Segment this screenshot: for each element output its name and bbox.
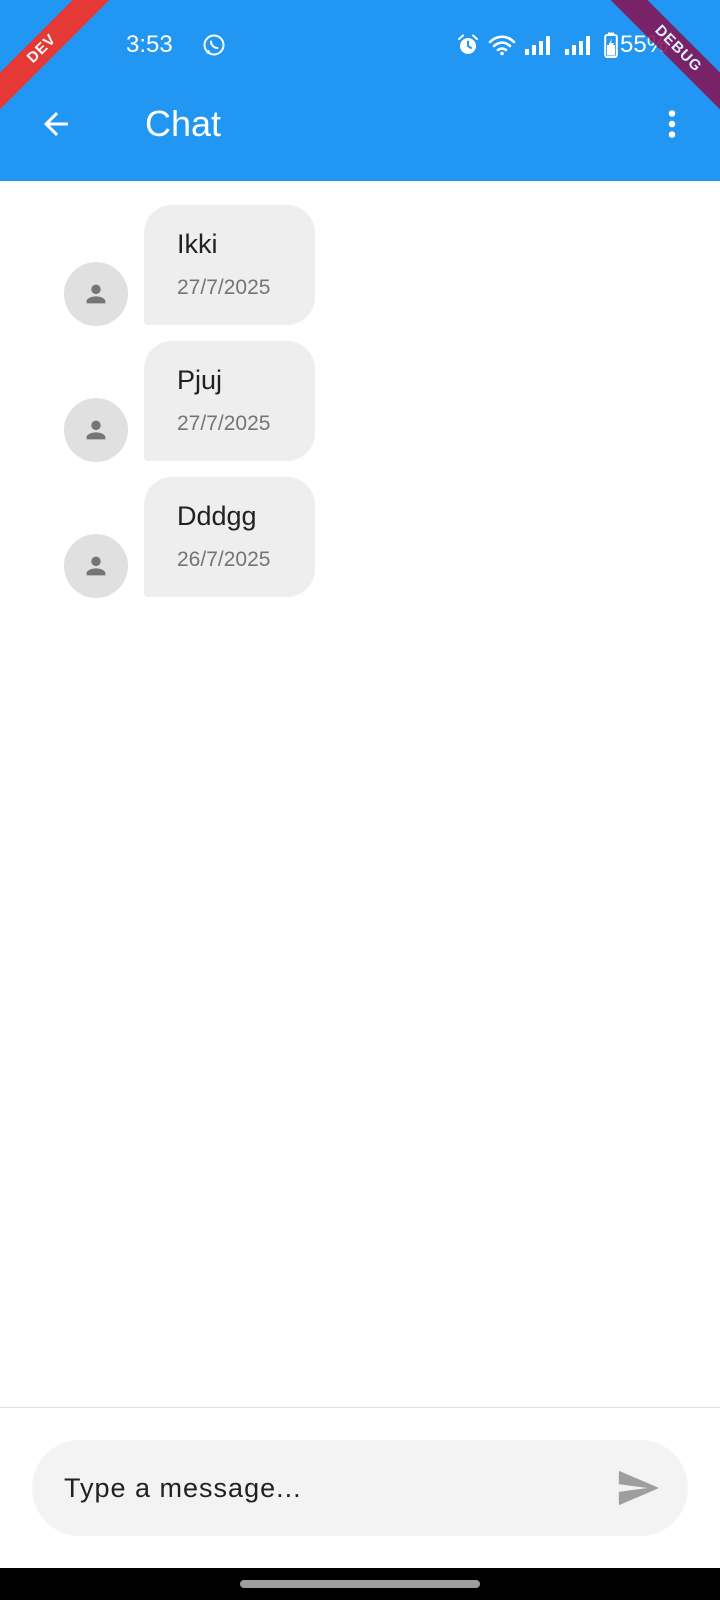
wifi-icon <box>488 35 516 56</box>
message-date: 26/7/2025 <box>177 548 271 571</box>
message-text: Ikki <box>177 229 218 259</box>
more-vert-icon <box>668 110 676 138</box>
message-bubble[interactable]: Pjuj 27/7/2025 <box>144 341 315 461</box>
composer-divider <box>0 1407 720 1408</box>
back-button[interactable] <box>32 100 80 148</box>
message-text: Pjuj <box>177 365 223 395</box>
alarm-icon <box>458 34 478 54</box>
send-button[interactable] <box>612 1464 664 1512</box>
battery-charging-icon <box>604 32 618 58</box>
person-icon <box>86 284 106 304</box>
page-title: Chat <box>145 103 222 144</box>
person-icon <box>86 556 106 576</box>
message-input[interactable] <box>64 1464 604 1512</box>
signal-icon-sim2 <box>565 36 590 55</box>
status-time: 3:53 <box>126 31 173 58</box>
message-bubble[interactable]: Ikki 27/7/2025 <box>144 205 315 325</box>
signal-icon-sim1 <box>525 36 550 55</box>
person-icon <box>86 420 106 440</box>
message-date: 27/7/2025 <box>177 276 271 299</box>
arrow-back-icon <box>44 112 68 136</box>
whatsapp-notification-icon <box>202 33 226 57</box>
message-list: Ikki 27/7/2025 Pjuj 27/7/2025 Dddgg 26/7… <box>0 181 720 598</box>
message-row: Dddgg 26/7/2025 <box>0 477 720 598</box>
message-bubble[interactable]: Dddgg 26/7/2025 <box>144 477 315 597</box>
avatar <box>64 262 128 326</box>
more-options-button[interactable] <box>648 100 696 148</box>
status-icons: 55% <box>456 30 668 60</box>
message-date: 27/7/2025 <box>177 412 271 435</box>
app-bar: 3:53 55% DEV DEBUG Chat <box>0 0 720 181</box>
message-row: Pjuj 27/7/2025 <box>0 341 720 462</box>
message-composer <box>32 1440 688 1536</box>
send-icon <box>618 1470 660 1506</box>
message-text: Dddgg <box>177 501 257 531</box>
avatar <box>64 398 128 462</box>
avatar <box>64 534 128 598</box>
system-navigation-bar <box>0 1568 720 1600</box>
message-row: Ikki 27/7/2025 <box>0 205 720 326</box>
home-gesture-handle[interactable] <box>240 1580 480 1588</box>
